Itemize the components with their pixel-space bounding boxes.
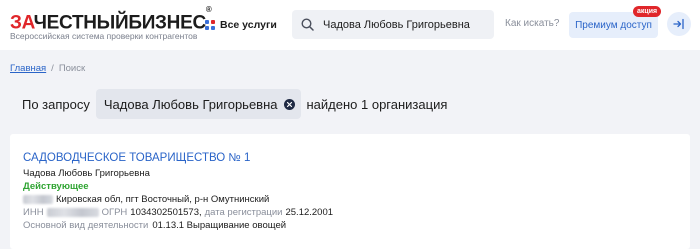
inn-label: ИНН	[23, 207, 44, 218]
query-prefix: По запросу	[22, 96, 90, 112]
organization-address: Кировская обл, пгт Восточный, р-н Омутни…	[23, 194, 269, 205]
breadcrumb-home-link[interactable]: Главная	[10, 63, 46, 74]
status-badge: Действующее	[23, 181, 89, 192]
all-services-label: Все услуги	[220, 19, 277, 31]
registration-date-label: дата регистрации	[204, 207, 283, 218]
activity-label: Основной вид деятельности	[23, 220, 149, 231]
search-icon	[301, 18, 314, 31]
ogrn-label: ОГРН	[101, 207, 128, 218]
redacted-postcode	[23, 195, 53, 204]
top-header: ЗАЧЕСТНЫЙБИЗНЕС® Всероссийская система п…	[0, 0, 700, 50]
query-summary: По запросу Чадова Любовь Григорьевна най…	[22, 89, 447, 119]
logo-registered-mark: ®	[205, 5, 212, 14]
registration-date-value: 25.12.2001	[285, 207, 334, 218]
site-logo[interactable]: ЗАЧЕСТНЫЙБИЗНЕС®	[10, 5, 212, 33]
how-to-search-link[interactable]: Как искать?	[505, 18, 559, 29]
breadcrumb-separator: /	[51, 63, 54, 74]
search-field[interactable]	[292, 10, 494, 39]
logo-subtitle: Всероссийская система проверки контраген…	[10, 31, 198, 41]
login-button[interactable]	[667, 12, 691, 36]
result-card: САДОВОДЧЕСКОЕ ТОВАРИЩЕСТВО № 1 Чадова Лю…	[10, 134, 690, 249]
search-input[interactable]	[323, 18, 483, 31]
services-grid-icon	[205, 20, 215, 30]
query-chip: Чадова Любовь Григорьевна	[95, 89, 301, 119]
promo-badge: акция	[633, 6, 662, 17]
ogrn-value: 1034302501573,	[130, 207, 202, 218]
address-text: Кировская обл, пгт Восточный, р-н Омутни…	[56, 194, 270, 205]
organization-title-link[interactable]: САДОВОДЧЕСКОЕ ТОВАРИЩЕСТВО № 1	[23, 152, 250, 164]
organization-activity: Основной вид деятельности 01.13.1 Выращи…	[23, 220, 286, 231]
query-term: Чадова Любовь Григорьевна	[103, 96, 278, 112]
clear-query-icon[interactable]	[283, 98, 295, 110]
organization-person: Чадова Любовь Григорьевна	[23, 168, 150, 179]
breadcrumb-current: Поиск	[58, 63, 86, 74]
query-result-count: найдено 1 организация	[306, 96, 448, 112]
organization-identifiers: ИНН ОГРН 1034302501573, дата регистрации…	[23, 207, 333, 218]
redacted-inn	[46, 208, 99, 217]
breadcrumb: Главная / Поиск	[10, 63, 85, 74]
all-services-button[interactable]: Все услуги	[205, 16, 277, 34]
login-icon	[673, 18, 684, 30]
activity-value: 01.13.1 Выращивание овощей	[152, 220, 287, 231]
